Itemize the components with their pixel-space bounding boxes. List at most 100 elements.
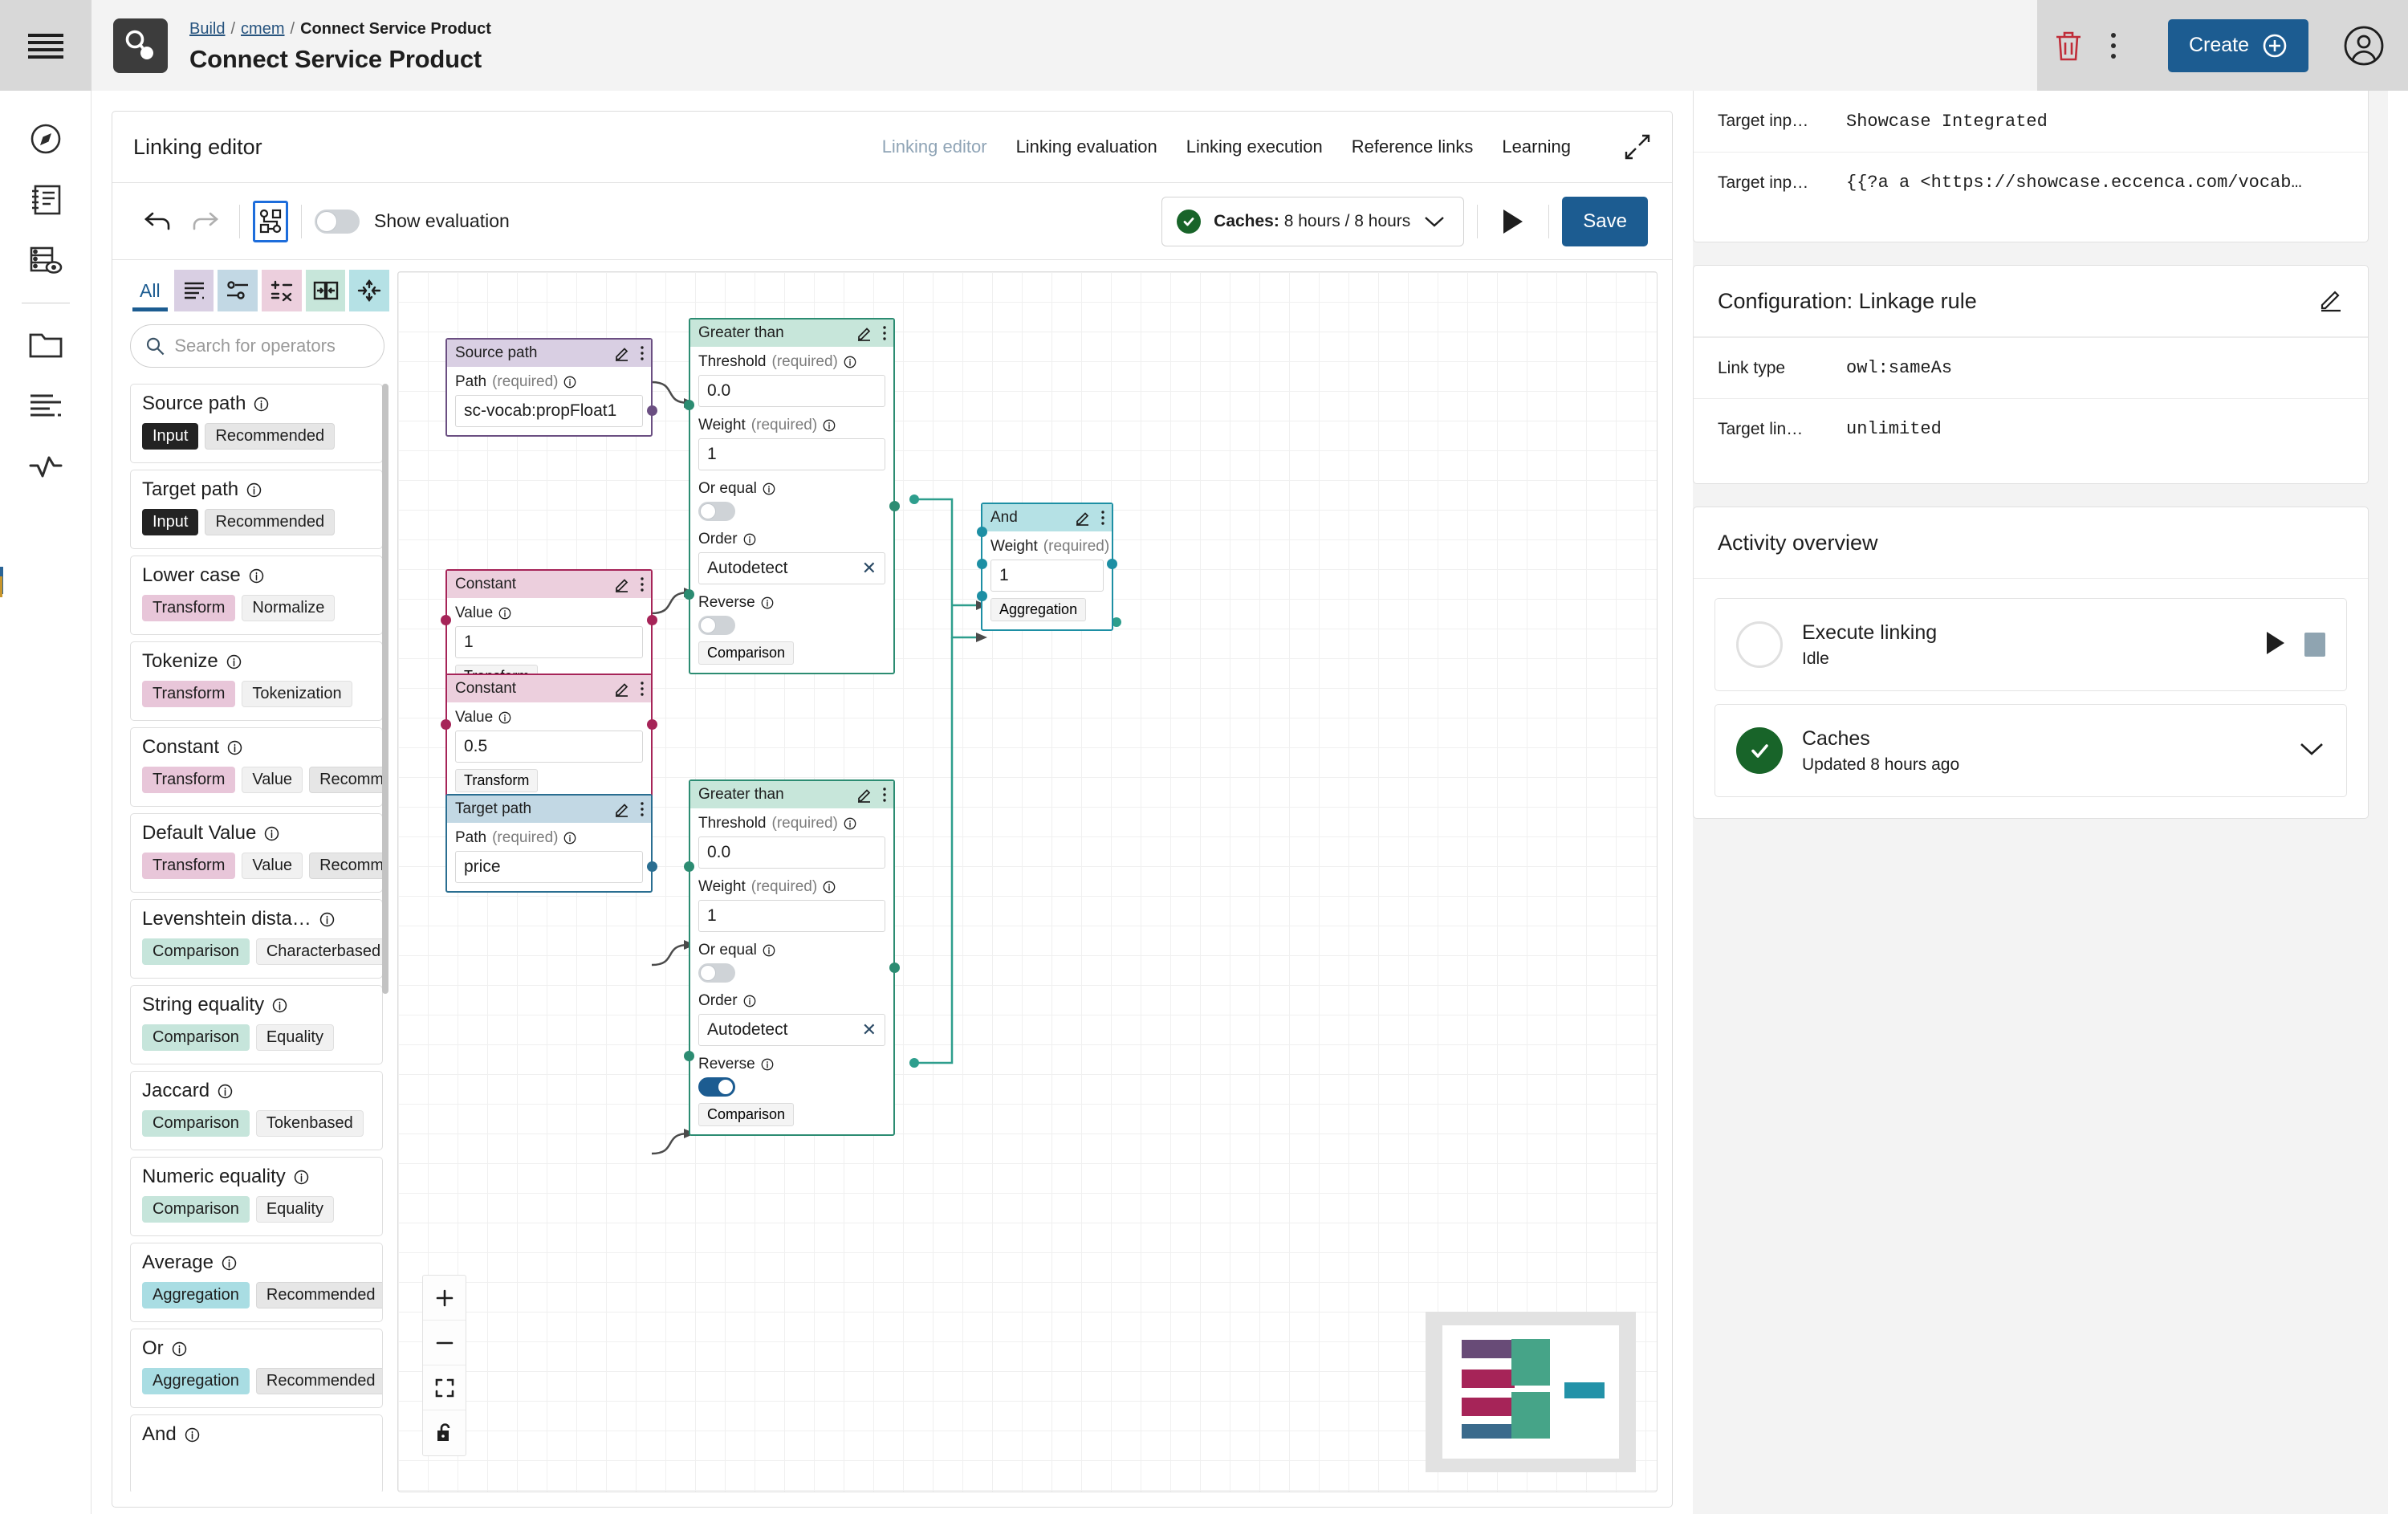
port-and-out[interactable]	[1107, 559, 1117, 569]
more-vertical-icon[interactable]	[640, 345, 645, 361]
gt-bottom-weight-input[interactable]: 1	[698, 900, 885, 932]
operator-tab-all[interactable]: All	[130, 270, 170, 311]
gt-top-threshold-input[interactable]: 0.0	[698, 375, 885, 407]
gt-top-order-select[interactable]: Autodetect ✕	[698, 552, 885, 584]
node-greater-than-bottom[interactable]: Greater than Threshold(required) 0.0	[689, 779, 895, 1136]
operators-scroll-thumb[interactable]	[382, 384, 388, 994]
gt-top-weight-input[interactable]: 1	[698, 438, 885, 470]
operator-card-source-path[interactable]: Source pathInputRecommended	[130, 384, 383, 463]
port-and-in-3[interactable]	[977, 591, 987, 601]
operator-card-jaccard[interactable]: JaccardComparisonTokenbased	[130, 1071, 383, 1150]
activity-icon[interactable]	[0, 437, 92, 498]
gt-bottom-reverse-toggle[interactable]	[698, 1077, 735, 1097]
pencil-icon[interactable]	[1075, 510, 1091, 526]
save-button[interactable]: Save	[1562, 197, 1648, 246]
zoom-in-icon[interactable]	[423, 1276, 466, 1321]
clear-icon[interactable]: ✕	[862, 558, 877, 579]
constant-05-input[interactable]: 0.5	[455, 731, 643, 763]
tab-reference-links[interactable]: Reference links	[1352, 136, 1474, 157]
gt-top-reverse-toggle[interactable]	[698, 616, 735, 635]
list-item[interactable]: Caches Updated 8 hours ago	[1714, 704, 2347, 797]
more-vertical-icon[interactable]	[882, 325, 887, 341]
port-target-path-out[interactable]	[647, 861, 657, 872]
trash-icon[interactable]	[2046, 23, 2091, 68]
pencil-icon[interactable]	[614, 576, 630, 592]
info-icon[interactable]	[319, 912, 335, 927]
create-button[interactable]: Create	[2168, 19, 2308, 72]
target-path-input[interactable]: price	[455, 851, 643, 883]
info-icon[interactable]	[844, 817, 856, 830]
info-icon[interactable]	[763, 482, 775, 495]
operator-card-string-equality[interactable]: String equalityComparisonEquality	[130, 985, 383, 1064]
and-weight-input[interactable]: 1	[990, 560, 1104, 592]
gt-bottom-threshold-input[interactable]: 0.0	[698, 836, 885, 869]
node-target-path[interactable]: Target path Path(required) price	[445, 794, 653, 893]
port-gt-top-in-1[interactable]	[684, 400, 694, 410]
more-vertical-icon[interactable]	[640, 801, 645, 817]
pencil-icon[interactable]	[614, 801, 630, 817]
dataset-eye-icon[interactable]	[0, 230, 92, 291]
operator-tab-aggregation[interactable]	[349, 270, 389, 311]
folder-icon[interactable]	[0, 315, 92, 376]
pencil-icon[interactable]	[856, 325, 872, 341]
auto-layout-icon[interactable]	[253, 201, 288, 242]
operator-tab-transform[interactable]	[262, 270, 302, 311]
operator-card-constant[interactable]: ConstantTransformValueRecommended	[130, 727, 383, 807]
source-path-input[interactable]: sc-vocab:propFloat1	[455, 395, 643, 427]
port-and-in-1[interactable]	[977, 527, 987, 537]
zoom-out-icon[interactable]	[423, 1321, 466, 1365]
info-icon[interactable]	[226, 654, 242, 669]
tab-learning[interactable]: Learning	[1502, 136, 1571, 157]
undo-icon[interactable]	[136, 199, 181, 244]
avatar[interactable]	[2339, 21, 2389, 71]
info-icon[interactable]	[246, 482, 262, 498]
info-icon[interactable]	[498, 607, 511, 620]
port-constant-1-out[interactable]	[647, 615, 657, 625]
menu-icon[interactable]	[0, 0, 92, 91]
node-greater-than-top[interactable]: Greater than Threshold(required) 0.0	[689, 318, 895, 674]
port-constant-05-out[interactable]	[647, 719, 657, 730]
info-icon[interactable]	[823, 419, 836, 432]
port-constant-05-in[interactable]	[441, 719, 451, 730]
port-and-in-2[interactable]	[977, 559, 987, 569]
more-vertical-icon[interactable]	[2091, 23, 2136, 68]
info-icon[interactable]	[185, 1427, 200, 1443]
show-evaluation-toggle[interactable]	[315, 210, 360, 234]
list-item[interactable]: Execute linking Idle	[1714, 598, 2347, 691]
info-icon[interactable]	[743, 533, 756, 546]
operator-card-lower-case[interactable]: Lower caseTransformNormalize	[130, 556, 383, 635]
port-gt-bottom-out[interactable]	[889, 963, 900, 973]
expand-icon[interactable]	[1624, 133, 1651, 161]
info-icon[interactable]	[743, 995, 756, 1007]
run-icon[interactable]	[1491, 199, 1536, 244]
info-icon[interactable]	[761, 596, 774, 609]
operator-tab-inputs[interactable]	[218, 270, 258, 311]
notebook-icon[interactable]	[0, 169, 92, 230]
operator-card-levenshtein-dista[interactable]: Levenshtein dista…ComparisonCharacterbas…	[130, 899, 383, 979]
node-source-path[interactable]: Source path Path(required) sc-vocab:prop…	[445, 338, 653, 437]
gt-bottom-order-select[interactable]: Autodetect ✕	[698, 1014, 885, 1046]
gt-bottom-orequal-toggle[interactable]	[698, 963, 735, 983]
caches-select[interactable]: Caches: 8 hours / 8 hours	[1161, 197, 1464, 246]
pencil-icon[interactable]	[856, 787, 872, 803]
port-gt-bottom-in-2[interactable]	[684, 1051, 694, 1061]
operator-card-target-path[interactable]: Target pathInputRecommended	[130, 470, 383, 549]
fit-view-icon[interactable]	[423, 1365, 466, 1410]
compass-icon[interactable]	[0, 108, 92, 169]
operator-card-tokenize[interactable]: TokenizeTransformTokenization	[130, 641, 383, 721]
more-vertical-icon[interactable]	[882, 787, 887, 803]
list-icon[interactable]	[0, 376, 92, 437]
breadcrumb-cmem[interactable]: cmem	[241, 20, 284, 38]
operators-scrollbar[interactable]	[382, 384, 388, 1492]
info-icon[interactable]	[172, 1341, 187, 1357]
info-icon[interactable]	[218, 1084, 233, 1099]
info-icon[interactable]	[844, 356, 856, 368]
info-icon[interactable]	[254, 397, 269, 412]
breadcrumb-build[interactable]: Build	[189, 20, 225, 38]
chevron-down-icon[interactable]	[2298, 740, 2325, 762]
info-icon[interactable]	[227, 740, 242, 755]
operator-card-numeric-equality[interactable]: Numeric equalityComparisonEquality	[130, 1157, 383, 1236]
linking-rule-canvas[interactable]: Source path Path(required) sc-vocab:prop…	[397, 271, 1658, 1492]
tab-linking-evaluation[interactable]: Linking evaluation	[1016, 136, 1157, 157]
info-icon[interactable]	[563, 832, 576, 845]
